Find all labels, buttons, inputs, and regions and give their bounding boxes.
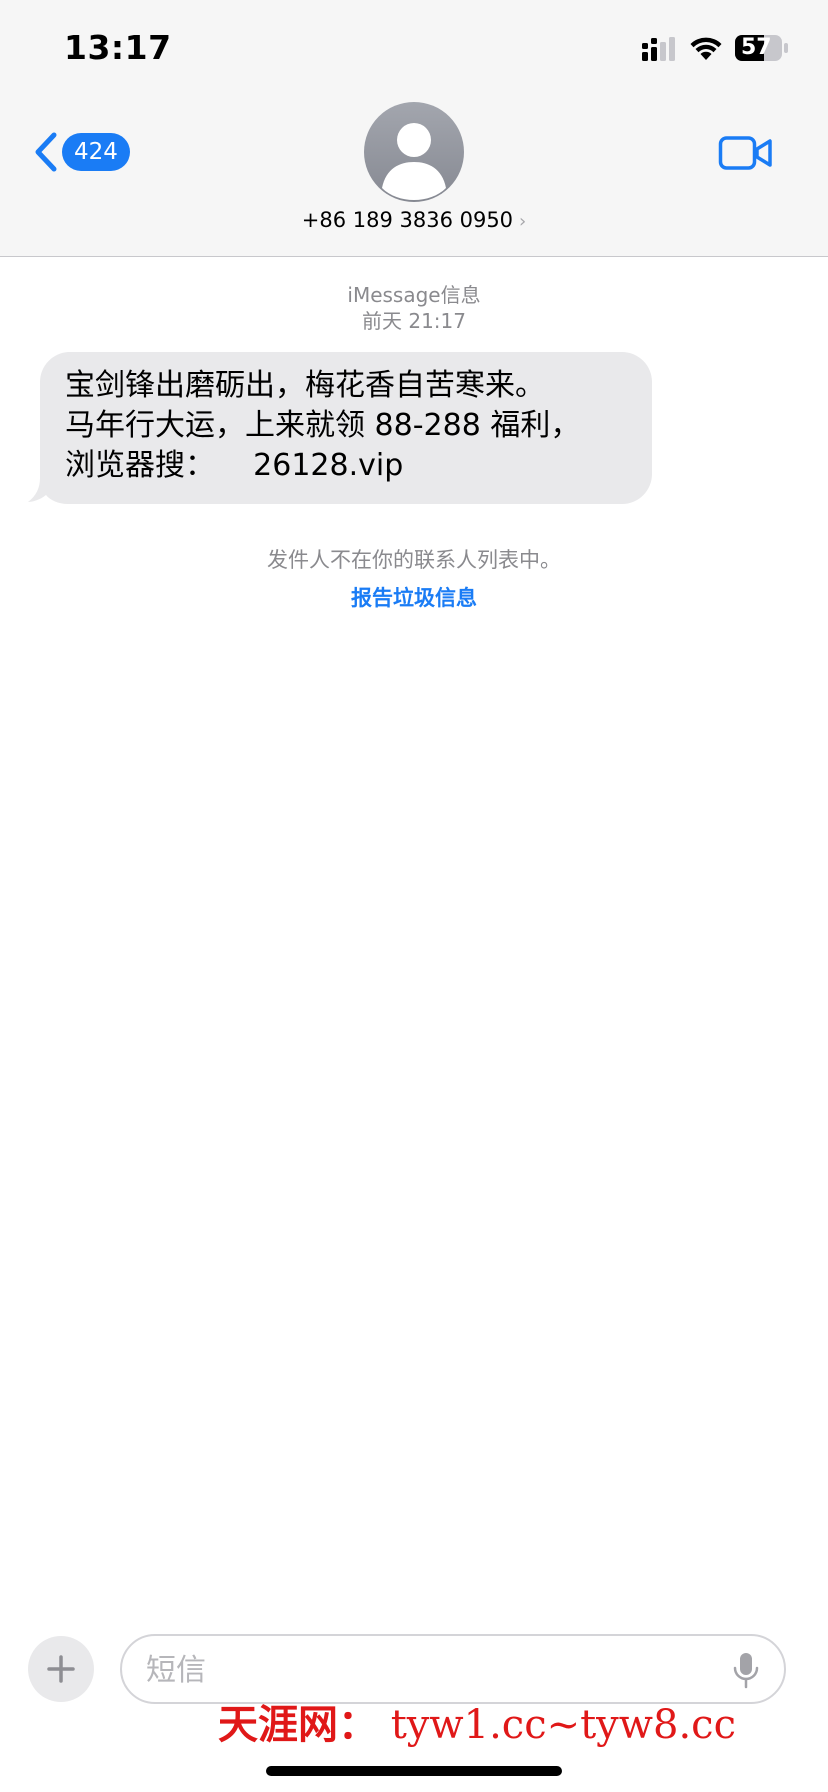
status-time: 13:17 [64,28,172,67]
cellular-signal-icon [642,37,675,61]
add-attachment-button[interactable] [28,1636,94,1702]
watermark-urls: tyw1.cc~tyw8.cc [378,1702,736,1748]
status-icons: 57 [642,34,792,64]
unread-count-badge: 424 [62,133,130,171]
avatar-person-icon [382,123,446,200]
plus-icon [47,1655,75,1683]
messages-screen: 13:17 57 424 +86 189 3836 0950 › iMessag… [0,0,828,1792]
message-text: 宝剑锋出磨砺出，梅花香自苦寒来。 马年行大运，上来就领 88-288 福利， 浏… [65,368,581,483]
home-indicator[interactable] [266,1766,562,1776]
conversation-header: 13:17 57 424 +86 189 3836 0950 › [0,0,828,257]
back-button[interactable]: 424 [30,128,130,176]
contact-chevron-icon: › [519,211,527,232]
microphone-icon[interactable] [732,1652,760,1690]
contact-avatar[interactable] [364,102,464,202]
contact-number: +86 189 3836 0950 [301,208,514,232]
message-timestamp: 前天 21:17 [362,309,466,333]
service-label: iMessage信息 [347,283,481,307]
back-chevron-icon [35,132,57,172]
compose-field [120,1634,786,1704]
watermark-brand: 天涯网： [218,1701,378,1748]
watermark: 天涯网： tyw1.cc~tyw8.cc [218,1700,824,1750]
wifi-icon [690,37,722,60]
report-spam-link[interactable]: 报告垃圾信息 [0,582,828,612]
battery-level-text: 57 [741,35,772,60]
contact-name-button[interactable]: +86 189 3836 0950 › [0,208,828,232]
unknown-sender-notice: 发件人不在你的联系人列表中。 [267,548,561,572]
incoming-message-bubble[interactable]: 宝剑锋出磨砺出，梅花香自苦寒来。 马年行大运，上来就领 88-288 福利， 浏… [28,352,652,504]
video-camera-icon[interactable] [718,134,774,172]
message-input[interactable] [144,1648,688,1692]
